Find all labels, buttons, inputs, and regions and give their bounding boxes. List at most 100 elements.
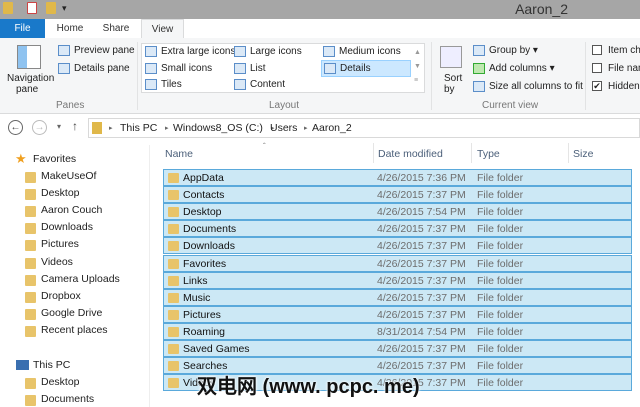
folder-icon	[25, 240, 36, 252]
gallery-scroll[interactable]: ▲ ▼ ≡	[414, 46, 421, 88]
address-bar[interactable]: ▸ This PC ▸ Windows8_OS (C:) ▸ Users ▸ A…	[88, 118, 640, 138]
new-folder-icon[interactable]	[46, 2, 56, 14]
folder-icon	[25, 378, 36, 389]
file-row[interactable]: Favorites 4/26/2015 7:37 PM File folder	[163, 254, 632, 272]
add-columns-button[interactable]: Add columns ▾	[473, 63, 555, 74]
group-by-label: Group by	[489, 45, 531, 57]
folder-icon	[168, 378, 179, 389]
file-type: File folder	[477, 240, 524, 253]
details-pane-button[interactable]: Details pane	[58, 63, 130, 74]
sort-by-button[interactable]: Sort	[444, 73, 462, 84]
layout-label: Tiles	[161, 79, 182, 91]
file-row[interactable]: Music 4/26/2015 7:37 PM File folder	[163, 288, 632, 306]
file-row[interactable]: Pictures 4/26/2015 7:37 PM File folder	[163, 305, 632, 323]
file-row[interactable]: Documents 4/26/2015 7:37 PM File folder	[163, 220, 632, 238]
file-type: File folder	[477, 291, 524, 304]
layout-extra-large-icons[interactable]: Extra large icons	[145, 46, 235, 57]
file-name: Downloads	[183, 240, 235, 253]
properties-icon[interactable]	[27, 2, 37, 14]
file-date: 4/26/2015 7:37 PM	[377, 240, 466, 253]
sort-by-label[interactable]: by	[444, 84, 455, 95]
file-type: File folder	[477, 189, 524, 202]
file-row[interactable]: Roaming 8/31/2014 7:54 PM File folder	[163, 322, 632, 340]
nav-item[interactable]: Dropbox	[41, 290, 81, 302]
file-date: 4/26/2015 7:37 PM	[377, 257, 466, 270]
back-button[interactable]: ←	[8, 120, 23, 135]
file-row[interactable]: Desktop 4/26/2015 7:54 PM File folder	[163, 203, 632, 221]
group-by-button[interactable]: Group by ▾	[473, 45, 538, 56]
file-type: File folder	[477, 257, 524, 270]
forward-button[interactable]: →	[32, 120, 47, 135]
breadcrumb-windows8-os[interactable]: Windows8_OS (C:)	[173, 122, 263, 134]
nav-item[interactable]: Aaron Couch	[41, 204, 102, 216]
column-header-type[interactable]: Type	[477, 148, 500, 160]
nav-item[interactable]: Videos	[41, 256, 73, 268]
checkbox-checked[interactable]: ✔	[592, 81, 602, 92]
nav-this-pc[interactable]: This PC	[33, 359, 70, 371]
small-icons-icon	[145, 63, 157, 74]
layout-group-label: Layout	[269, 100, 300, 111]
hidden-items-toggle[interactable]: ✔ Hidden	[592, 81, 640, 92]
file-name: Pictures	[183, 308, 221, 321]
column-header-size[interactable]: Size	[573, 148, 593, 160]
layout-small-icons[interactable]: Small icons	[145, 63, 212, 74]
layout-tiles[interactable]: Tiles	[145, 79, 182, 90]
nav-item[interactable]: MakeUseOf	[41, 170, 96, 182]
computer-icon	[16, 360, 29, 370]
nav-item[interactable]: Google Drive	[41, 307, 102, 319]
up-button[interactable]: ↑	[72, 119, 78, 133]
nav-item[interactable]: Pictures	[41, 238, 79, 250]
preview-pane-icon	[58, 45, 70, 56]
tab-view[interactable]: View	[141, 19, 184, 40]
column-divider[interactable]	[568, 143, 569, 163]
breadcrumb-this-pc[interactable]: This PC	[120, 122, 157, 134]
file-row[interactable]: Saved Games 4/26/2015 7:37 PM File folder	[163, 340, 632, 357]
nav-favorites[interactable]: Favorites	[33, 153, 76, 165]
nav-item[interactable]: Downloads	[41, 221, 93, 233]
navigation-pane-label[interactable]: pane	[16, 84, 38, 95]
item-checkboxes-toggle[interactable]: Item che	[592, 45, 640, 56]
nav-item[interactable]: Camera Uploads	[41, 273, 120, 285]
recent-locations-button[interactable]: ▾	[57, 122, 61, 131]
layout-medium-icons[interactable]: Medium icons	[323, 46, 401, 57]
layout-list[interactable]: List	[234, 63, 266, 74]
tab-share[interactable]: Share	[96, 19, 136, 39]
checkbox[interactable]	[592, 63, 602, 74]
file-row[interactable]: Links 4/26/2015 7:37 PM File folder	[163, 271, 632, 289]
navigation-pane: ★ Favorites MakeUseOf Desktop Aaron Couch D…	[0, 145, 150, 407]
file-row[interactable]: Contacts 4/26/2015 7:37 PM File folder	[163, 186, 632, 204]
column-header-name[interactable]: Name	[165, 148, 193, 160]
checkbox[interactable]	[592, 45, 602, 56]
panes-group-label: Panes	[56, 100, 85, 111]
column-header-date-modified[interactable]: Date modified	[378, 148, 443, 160]
sort-ascending-icon: ˆ	[263, 142, 266, 151]
nav-item[interactable]: Desktop	[41, 376, 80, 388]
hidden-items-label: Hidden	[608, 81, 640, 92]
nav-item[interactable]: Desktop	[41, 187, 80, 199]
tab-file[interactable]: File	[0, 19, 45, 39]
layout-content[interactable]: Content	[234, 79, 285, 90]
file-name: Links	[183, 274, 208, 287]
file-row[interactable]: AppData 4/26/2015 7:36 PM File folder	[163, 169, 632, 186]
file-type: File folder	[477, 223, 524, 236]
nav-item[interactable]: Recent places	[41, 324, 108, 336]
preview-pane-button[interactable]: Preview pane	[58, 45, 135, 56]
star-icon: ★	[15, 151, 27, 166]
column-divider[interactable]	[373, 143, 374, 163]
sort-by-icon	[440, 46, 462, 68]
navigation-pane-button[interactable]: Navigation	[7, 73, 54, 84]
customize-quick-access-icon[interactable]: ▾	[62, 3, 67, 14]
nav-item[interactable]: Documents	[41, 393, 94, 405]
size-all-columns-button[interactable]: Size all columns to fit	[473, 81, 583, 92]
file-name-extensions-toggle[interactable]: File nam	[592, 63, 640, 74]
layout-large-icons[interactable]: Large icons	[234, 46, 302, 57]
breadcrumb-aaron-2[interactable]: Aaron_2	[312, 122, 352, 134]
file-row[interactable]: Downloads 4/26/2015 7:37 PM File folder	[163, 237, 632, 255]
file-date: 4/26/2015 7:54 PM	[377, 206, 466, 219]
layout-details[interactable]: Details	[321, 60, 411, 77]
navigation-pane-icon	[17, 45, 41, 69]
breadcrumb-users[interactable]: Users	[270, 122, 297, 134]
column-divider[interactable]	[471, 143, 472, 163]
tab-home[interactable]: Home	[50, 19, 90, 39]
file-date: 4/26/2015 7:37 PM	[377, 343, 466, 355]
